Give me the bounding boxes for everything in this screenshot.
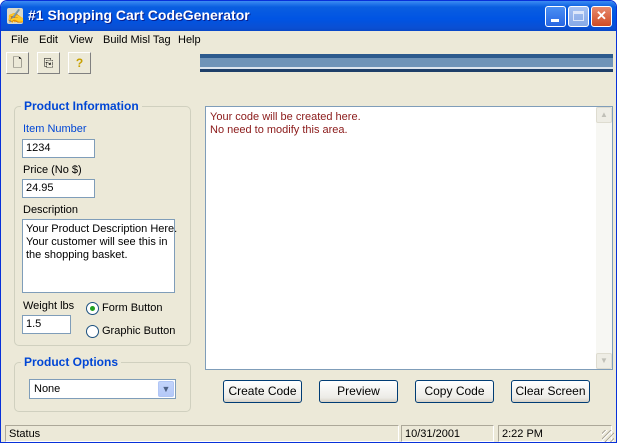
- scroll-up-icon[interactable]: ▲: [596, 107, 612, 123]
- title-bar[interactable]: ✍ #1 Shopping Cart CodeGenerator ✕: [1, 1, 616, 31]
- toolbar: 🗋 ⎘ ?: [1, 50, 201, 76]
- menu-edit[interactable]: Edit: [39, 34, 58, 46]
- output-line: No need to modify this area.: [210, 124, 348, 136]
- window-title: #1 Shopping Cart CodeGenerator: [28, 7, 250, 23]
- code-output-text: Your code will be created here. No need …: [210, 111, 361, 137]
- copy-code-button[interactable]: Copy Code: [415, 380, 494, 403]
- menu-view[interactable]: View: [69, 34, 93, 46]
- price-field[interactable]: 24.95: [22, 179, 95, 198]
- code-output-area[interactable]: Your code will be created here. No need …: [205, 106, 613, 370]
- form-button-label[interactable]: Form Button: [102, 302, 163, 314]
- menu-help[interactable]: Help: [178, 34, 201, 46]
- resize-grip-icon[interactable]: [602, 430, 614, 442]
- description-label: Description: [23, 204, 79, 216]
- menu-file[interactable]: File: [11, 34, 29, 46]
- product-options-value: None: [34, 383, 61, 395]
- status-bar: Status 10/31/2001 2:22 PM: [1, 424, 616, 442]
- output-line: Your code will be created here.: [210, 111, 361, 123]
- price-label: Price (No $): [23, 164, 82, 176]
- menu-build-misl-tag[interactable]: Build Misl Tag: [103, 34, 171, 46]
- scroll-down-icon[interactable]: ▼: [596, 353, 612, 369]
- weight-field[interactable]: 1.5: [22, 315, 71, 334]
- decorative-banner: [200, 54, 613, 72]
- minimize-icon: [551, 19, 559, 22]
- close-icon: ✕: [596, 8, 607, 23]
- item-number-field[interactable]: 1234: [22, 139, 95, 158]
- product-options-legend: Product Options: [21, 355, 121, 369]
- status-date: 10/31/2001: [401, 425, 494, 442]
- maximize-icon: [573, 11, 584, 21]
- main-window: ✍ #1 Shopping Cart CodeGenerator ✕ File …: [0, 0, 617, 443]
- description-field[interactable]: Your Product Description Here. Your cust…: [22, 219, 178, 293]
- create-code-button[interactable]: Create Code: [223, 380, 302, 403]
- graphic-button-label[interactable]: Graphic Button: [102, 325, 175, 337]
- help-icon[interactable]: ?: [68, 52, 91, 74]
- item-number-label: Item Number: [23, 123, 87, 135]
- product-information-legend: Product Information: [21, 99, 142, 113]
- maximize-button[interactable]: [568, 6, 589, 27]
- new-document-icon[interactable]: 🗋: [6, 52, 29, 74]
- chevron-down-icon[interactable]: ▼: [158, 381, 174, 397]
- vertical-scrollbar[interactable]: ▲ ▼: [596, 107, 612, 369]
- description-line: Your customer will see this in: [26, 236, 168, 248]
- status-time: 2:22 PM: [498, 425, 612, 442]
- preview-button[interactable]: Preview: [319, 380, 398, 403]
- graphic-button-radio[interactable]: [86, 325, 99, 338]
- weight-label: Weight lbs: [23, 300, 75, 312]
- app-icon[interactable]: ✍: [7, 8, 24, 24]
- status-text: Status: [5, 425, 399, 442]
- minimize-button[interactable]: [545, 6, 566, 27]
- description-line: Your Product Description Here.: [26, 223, 178, 235]
- description-line: the shopping basket.: [26, 249, 128, 261]
- copy-icon[interactable]: ⎘: [37, 52, 60, 74]
- clear-screen-button[interactable]: Clear Screen: [511, 380, 590, 403]
- close-button[interactable]: ✕: [591, 6, 612, 27]
- form-button-radio[interactable]: [86, 302, 99, 315]
- product-options-select[interactable]: None ▼: [29, 379, 176, 399]
- menu-bar: File Edit View Build Misl Tag Help: [1, 31, 616, 49]
